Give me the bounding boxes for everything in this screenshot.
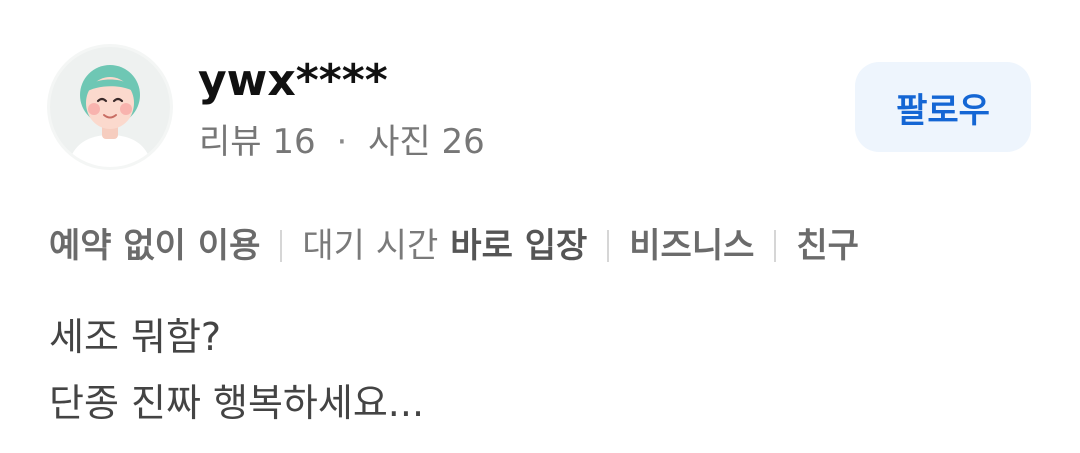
stats-separator: · [336, 122, 348, 162]
tag-divider [280, 230, 283, 262]
tag-divider [607, 230, 610, 262]
review-line: 세조 뭐함? [49, 315, 222, 359]
tag-wait-time-value: 바로 입장 [450, 226, 588, 266]
photos-label: 사진 [368, 122, 431, 162]
reviewer-avatar[interactable] [50, 47, 170, 167]
tag-purpose: 비즈니스 [629, 226, 755, 266]
avatar-illustration-icon [50, 47, 170, 167]
reviewer-stats: 리뷰 16 · 사진 26 [199, 120, 485, 164]
visit-tags: 예약 없이 이용 대기 시간 바로 입장 비즈니스 친구 [49, 222, 859, 270]
photos-count: 26 [441, 122, 485, 162]
reviews-count: 16 [272, 122, 316, 162]
tag-wait-time-label: 대기 시간 [302, 226, 439, 266]
tag-companion: 친구 [796, 226, 859, 266]
reviewer-username[interactable]: ywx**** [198, 53, 388, 109]
review-card: ywx**** 리뷰 16 · 사진 26 팔로우 예약 없이 이용 대기 시간… [0, 0, 1080, 453]
reviews-label: 리뷰 [199, 122, 262, 162]
follow-button[interactable]: 팔로우 [855, 62, 1031, 152]
review-body[interactable]: 세조 뭐함? 단종 진짜 행복하세요... [49, 304, 424, 436]
tag-divider [774, 230, 777, 262]
tag-reservation: 예약 없이 이용 [49, 226, 261, 266]
review-line: 단종 진짜 행복하세요... [49, 381, 425, 425]
